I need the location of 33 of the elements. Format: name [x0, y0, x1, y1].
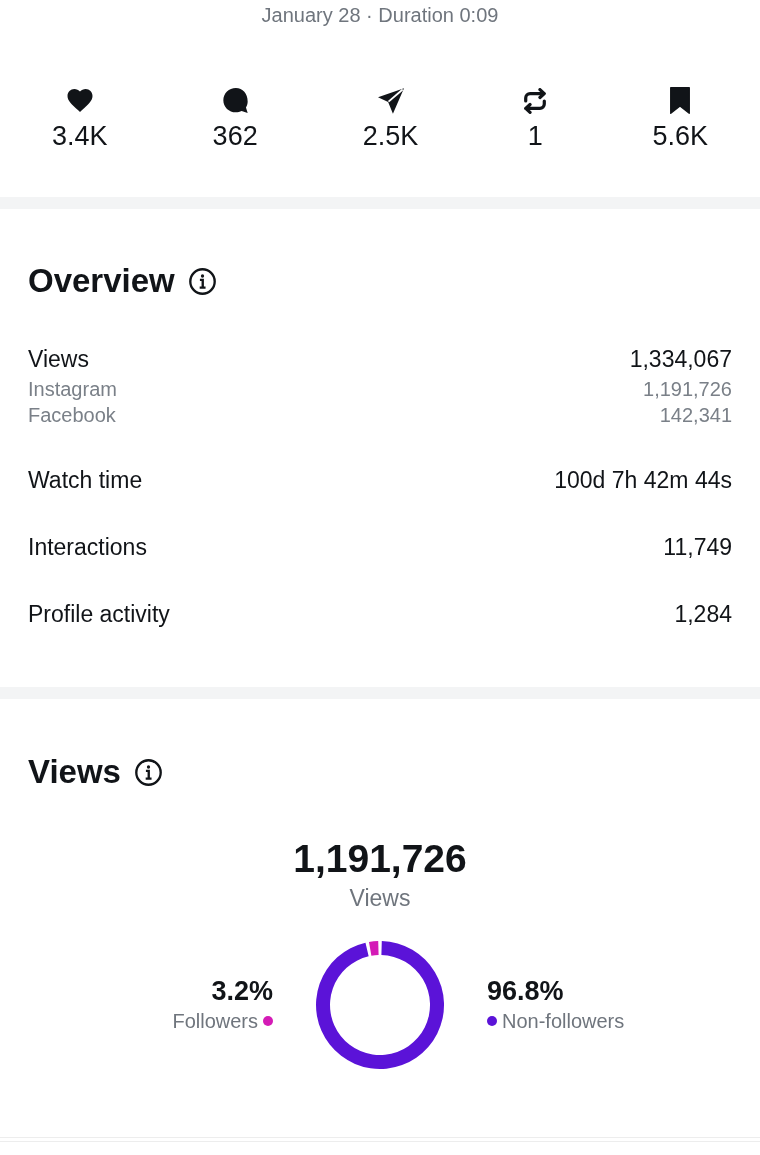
views-total: 1,191,726 [293, 836, 467, 882]
heart-icon [66, 89, 93, 112]
metric-label: Profile activity [28, 600, 170, 629]
source-label: Facebook [28, 403, 116, 428]
metric-value: 100d 7h 42m 44s [554, 466, 732, 495]
metric-value: 11,749 [663, 533, 732, 562]
metric-value: 1,334,067 [629, 345, 732, 374]
metric-label: Interactions [28, 533, 147, 562]
stat-count: 1 [527, 120, 543, 152]
repost-arrows-icon [523, 87, 548, 114]
source-value: 1,191,726 [643, 377, 732, 402]
paper-plane-icon [377, 87, 404, 114]
stat-count: 2.5K [362, 120, 419, 152]
source-value: 142,341 [659, 403, 732, 428]
legend-percent: 3.2% [211, 975, 273, 1007]
section-title: Overview [28, 261, 175, 301]
section-title: Views [28, 752, 121, 792]
legend-percent: 96.8% [487, 975, 564, 1007]
metric-label: Watch time [28, 466, 143, 495]
date-duration-text: January 28 · Duration 0:09 [261, 3, 499, 28]
info-icon[interactable] [134, 758, 162, 786]
metric-value: 1,284 [674, 600, 732, 629]
stat-count: 3.4K [52, 120, 108, 152]
views-caption: Views [349, 884, 411, 912]
stat-count: 362 [212, 120, 258, 152]
source-label: Instagram [28, 377, 117, 402]
stat-count: 5.6K [652, 120, 708, 152]
speech-bubble-icon [222, 88, 248, 113]
legend-label: Followers [172, 1009, 258, 1034]
metric-label: Views [28, 345, 89, 374]
bookmark-icon [668, 87, 693, 114]
legend-label: Non-followers [502, 1009, 625, 1034]
info-icon[interactable] [188, 267, 216, 295]
